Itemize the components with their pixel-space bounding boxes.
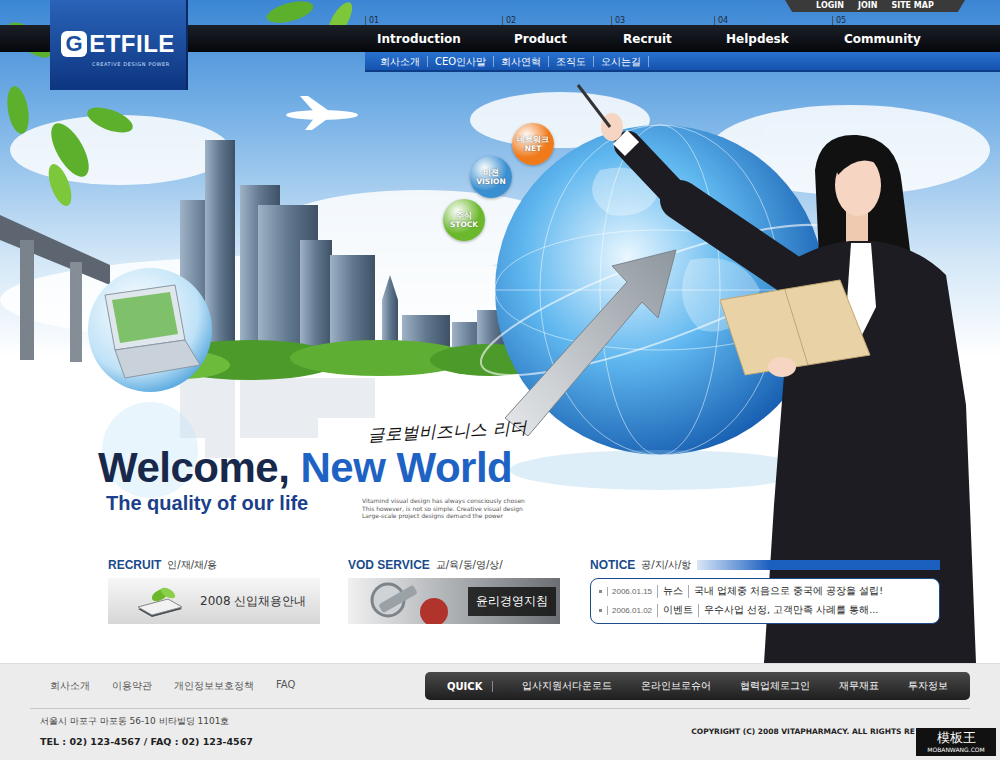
utility-link[interactable]: JOIN — [858, 0, 877, 12]
utility-link[interactable]: SITE MAP — [891, 0, 933, 12]
nav-number: 03 — [611, 16, 714, 25]
nav-item[interactable]: 04 Helpdesk — [714, 16, 832, 52]
address: 서울시 마포구 마포동 56-10 비타빌딩 1101호 — [40, 715, 253, 728]
footer-link[interactable]: 이용약관 — [112, 679, 152, 693]
utility-link[interactable]: LOGIN — [816, 0, 844, 12]
nav-number: 05 — [832, 16, 962, 25]
bullet-icon — [599, 609, 602, 612]
subnav-item[interactable]: 오시는길 — [594, 56, 649, 67]
nav-item[interactable]: 05 Community — [832, 16, 962, 52]
utility-links: LOGIN JOIN SITE MAP — [785, 0, 965, 12]
footer-link[interactable]: 회사소개 — [50, 679, 90, 693]
logo-tagline: CREATIVE DESIGN POWER — [66, 61, 170, 67]
nav-label: Helpdesk — [714, 25, 832, 52]
contact: TEL : 02) 123-4567 / FAQ : 02) 123-4567 — [40, 736, 253, 747]
script-caption: 글로벌비즈니스 리더 — [368, 416, 527, 447]
footer-link[interactable]: FAQ — [276, 679, 295, 693]
logo-mark: G — [61, 31, 87, 57]
nav-label: Recruit — [611, 25, 714, 52]
subnav-item[interactable]: CEO인사말 — [428, 56, 494, 67]
quick-link[interactable]: 온라인브로슈어 — [641, 679, 711, 693]
footer-links: 회사소개 이용약관 개인정보보호정책 FAQ — [50, 679, 295, 693]
quick-link[interactable]: 입사지원서다운로드 — [522, 679, 612, 693]
panel-title: VOD SERVICE — [348, 558, 430, 572]
copyright: COPYRIGHT (C) 2008 VITAPHARMACY. ALL RIG… — [691, 727, 915, 736]
businesswoman-photo — [570, 75, 1000, 663]
footer-link[interactable]: 개인정보보호정책 — [174, 679, 254, 693]
panel-title: RECRUIT — [108, 558, 161, 572]
notice-item[interactable]: 2006.01.15 뉴스 국내 업체중 처음으로 중국에 공장을 설립! — [599, 585, 931, 598]
quick-label: QUICK — [447, 681, 493, 692]
recruit-panel: RECRUIT 인/재/채/용 2008 신입채용안내 — [108, 558, 320, 624]
content-row: RECRUIT 인/재/채/용 2008 신입채용안내 VOD SERVICE … — [0, 540, 1000, 663]
notice-item[interactable]: 2006.01.02 이벤트 우수사업 선정, 고객만족 사례를 통해... — [599, 604, 931, 617]
panel-subtitle: 공/지/사/항 — [641, 558, 691, 572]
subtitle: The quality of our life — [106, 492, 308, 515]
quick-bar: QUICK 입사지원서다운로드 온라인브로슈어 협력업체로그인 재무재표 투자정보 — [425, 672, 970, 700]
machinery-icon — [348, 578, 448, 624]
nav-item[interactable]: 03 Recruit — [611, 16, 714, 52]
subnav-item[interactable]: 회사연혁 — [494, 56, 549, 67]
buildings — [180, 140, 507, 355]
panel-title: NOTICE — [590, 558, 635, 572]
quick-link[interactable]: 재무재표 — [839, 679, 879, 693]
recruit-banner[interactable]: 2008 신입채용안내 — [108, 578, 320, 624]
panel-subtitle: 교/육/동/영/상/ — [436, 558, 503, 572]
watermark: 模板王 MOBANWANG.COM — [916, 728, 996, 756]
nav-item[interactable]: 02 Product — [502, 16, 611, 52]
notice-list: 2006.01.15 뉴스 국내 업체중 처음으로 중국에 공장을 설립! 20… — [590, 578, 940, 624]
nav-label: Product — [502, 25, 611, 52]
growth-arrow — [505, 250, 676, 436]
footer: 회사소개 이용약관 개인정보보호정책 FAQ QUICK 입사지원서다운로드 온라인브로… — [0, 663, 1000, 760]
notice-bar — [697, 560, 940, 570]
book-leaf-icon — [130, 581, 190, 621]
sub-nav: 회사소개CEO인사말회사연혁조직도오시는길 — [365, 52, 1000, 72]
blurb: Vitamind visual design has always consci… — [362, 497, 525, 520]
notice-panel: NOTICE 공/지/사/항 2006.01.15 뉴스 국내 업체중 처음으로… — [590, 558, 940, 624]
nav-item[interactable]: 01 Introduction — [365, 16, 502, 52]
bubble[interactable]: 주식 STOCK — [443, 199, 485, 241]
subnav-item[interactable]: 회사소개 — [373, 56, 428, 67]
airplane — [286, 96, 358, 130]
bubble[interactable]: 비젼 VISION — [470, 156, 512, 198]
quick-link[interactable]: 투자정보 — [908, 679, 948, 693]
logo[interactable]: G ETFILE CREATIVE DESIGN POWER — [50, 0, 188, 90]
vod-panel: VOD SERVICE 교/육/동/영/상/ 윤리경영지침 — [348, 558, 560, 624]
subnav-item[interactable]: 조직도 — [549, 56, 594, 67]
bubble[interactable]: 네트워크 NET — [512, 123, 554, 165]
nav-number: 01 — [365, 16, 502, 25]
page: LOGIN JOIN SITE MAP G ETFILE CREATIVE DESI… — [0, 0, 1000, 760]
main-nav: 01 Introduction02 Product03 Recruit04 He… — [365, 16, 962, 52]
quick-link[interactable]: 협력업체로그인 — [740, 679, 810, 693]
nav-number: 02 — [502, 16, 611, 25]
footer-divider — [30, 708, 970, 709]
panel-subtitle: 인/재/채/용 — [167, 558, 217, 572]
logo-name: ETFILE — [89, 30, 175, 58]
nav-label: Introduction — [365, 25, 502, 52]
headline: Welcome, New World — [98, 443, 512, 493]
nav-number: 04 — [714, 16, 832, 25]
nav-label: Community — [832, 25, 962, 52]
vod-banner[interactable]: 윤리경영지침 — [348, 578, 560, 624]
bullet-icon — [599, 590, 602, 593]
